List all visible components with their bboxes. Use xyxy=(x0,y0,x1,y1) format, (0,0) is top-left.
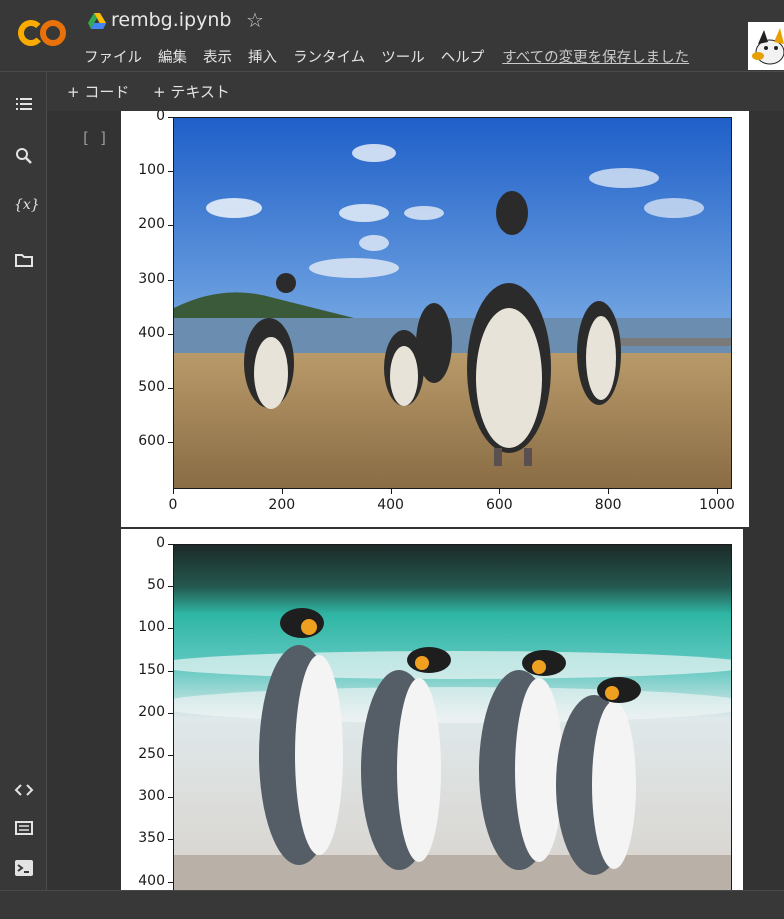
y-tick-label: 300 xyxy=(138,270,165,287)
table-of-contents-icon[interactable] xyxy=(14,94,34,114)
run-cell-indicator[interactable]: [ ] xyxy=(81,129,108,147)
y-tick-label: 0 xyxy=(156,535,165,551)
y-tick-label: 350 xyxy=(138,830,165,847)
code-snippets-icon[interactable] xyxy=(14,780,34,800)
y-tick-mark xyxy=(168,712,173,714)
add-text-button[interactable]: + テキスト xyxy=(153,81,230,102)
drive-icon xyxy=(88,13,106,29)
y-tick-label: 250 xyxy=(138,745,165,762)
y-tick-label: 100 xyxy=(138,619,165,636)
y-tick-label: 200 xyxy=(138,703,165,720)
y-tick-mark xyxy=(168,839,173,841)
x-tick-label: 600 xyxy=(485,497,513,513)
menu-help[interactable]: ヘルプ xyxy=(441,46,485,67)
y-tick-mark xyxy=(168,117,173,118)
menu-file[interactable]: ファイル xyxy=(84,46,142,67)
y-tick-label: 50 xyxy=(147,577,165,594)
humboldt-penguins-image xyxy=(174,118,731,488)
x-tick-mark xyxy=(499,489,501,494)
x-tick-label: 0 xyxy=(168,497,178,513)
y-tick-mark xyxy=(168,797,173,799)
y-tick-mark xyxy=(168,881,173,883)
y-tick-label: 500 xyxy=(138,378,165,395)
y-tick-label: 200 xyxy=(138,216,165,233)
menu-tools[interactable]: ツール xyxy=(381,46,425,67)
command-palette-icon[interactable] xyxy=(14,818,34,838)
x-tick-mark xyxy=(281,489,283,494)
menu-view[interactable]: 表示 xyxy=(203,46,232,67)
x-tick-mark xyxy=(173,489,174,494)
menu-edit[interactable]: 編集 xyxy=(158,46,187,67)
x-tick-mark xyxy=(608,489,610,494)
notebook-content: [ ] 0 100 200 300 400 500 600 0 200 400 … xyxy=(47,111,784,890)
y-tick-mark xyxy=(168,442,173,444)
x-tick-label: 800 xyxy=(594,497,622,513)
x-tick-label: 200 xyxy=(268,497,296,513)
king-penguins-image xyxy=(174,545,731,890)
status-bar xyxy=(0,890,784,919)
output-plot-2: 0 50 100 150 200 250 300 350 400 xyxy=(121,529,743,890)
x-tick-mark xyxy=(390,489,392,494)
terminal-icon[interactable] xyxy=(14,858,34,878)
y-tick-mark xyxy=(168,628,173,630)
y-tick-label: 600 xyxy=(138,433,165,450)
y-tick-mark xyxy=(168,387,173,389)
variables-icon[interactable]: {x} xyxy=(14,197,40,217)
x-tick-label: 400 xyxy=(377,497,404,513)
y-tick-label: 100 xyxy=(138,162,165,179)
sidebar: {x} xyxy=(0,72,47,890)
toolbar: + コード + テキスト xyxy=(47,72,784,110)
x-tick-label: 1000 xyxy=(699,497,735,513)
x-tick-mark xyxy=(716,489,718,494)
plot-2-image xyxy=(173,544,732,890)
files-icon[interactable] xyxy=(14,250,34,270)
avatar[interactable] xyxy=(748,22,784,70)
y-tick-mark xyxy=(168,754,173,756)
y-tick-mark xyxy=(168,225,173,227)
plot-1-image xyxy=(173,117,732,489)
y-tick-mark xyxy=(168,279,173,281)
save-status[interactable]: すべての変更を保存しました xyxy=(502,46,689,67)
colab-logo[interactable] xyxy=(18,16,68,50)
menu-bar: ファイル 編集 表示 挿入 ランタイム ツール ヘルプ すべての変更を保存しまし… xyxy=(84,46,705,67)
y-tick-mark xyxy=(168,333,173,335)
y-tick-label: 400 xyxy=(138,872,165,889)
y-tick-mark xyxy=(168,670,173,672)
y-tick-label: 0 xyxy=(156,111,165,124)
y-tick-label: 400 xyxy=(138,324,165,341)
y-tick-label: 300 xyxy=(138,788,165,805)
y-tick-mark xyxy=(168,544,173,545)
y-tick-mark xyxy=(168,171,173,173)
search-icon[interactable] xyxy=(14,146,34,166)
add-code-button[interactable]: + コード xyxy=(67,81,129,102)
notebook-title[interactable]: rembg.ipynb xyxy=(111,9,231,31)
menu-insert[interactable]: 挿入 xyxy=(248,46,277,67)
menu-runtime[interactable]: ランタイム xyxy=(293,46,365,67)
header: rembg.ipynb ☆ ファイル 編集 表示 挿入 ランタイム ツール ヘル… xyxy=(0,0,784,72)
star-icon[interactable]: ☆ xyxy=(246,8,264,32)
output-plot-1: 0 100 200 300 400 500 600 0 200 400 600 800 1000 xyxy=(121,111,749,527)
y-tick-mark xyxy=(168,586,173,588)
y-tick-label: 150 xyxy=(138,661,165,678)
